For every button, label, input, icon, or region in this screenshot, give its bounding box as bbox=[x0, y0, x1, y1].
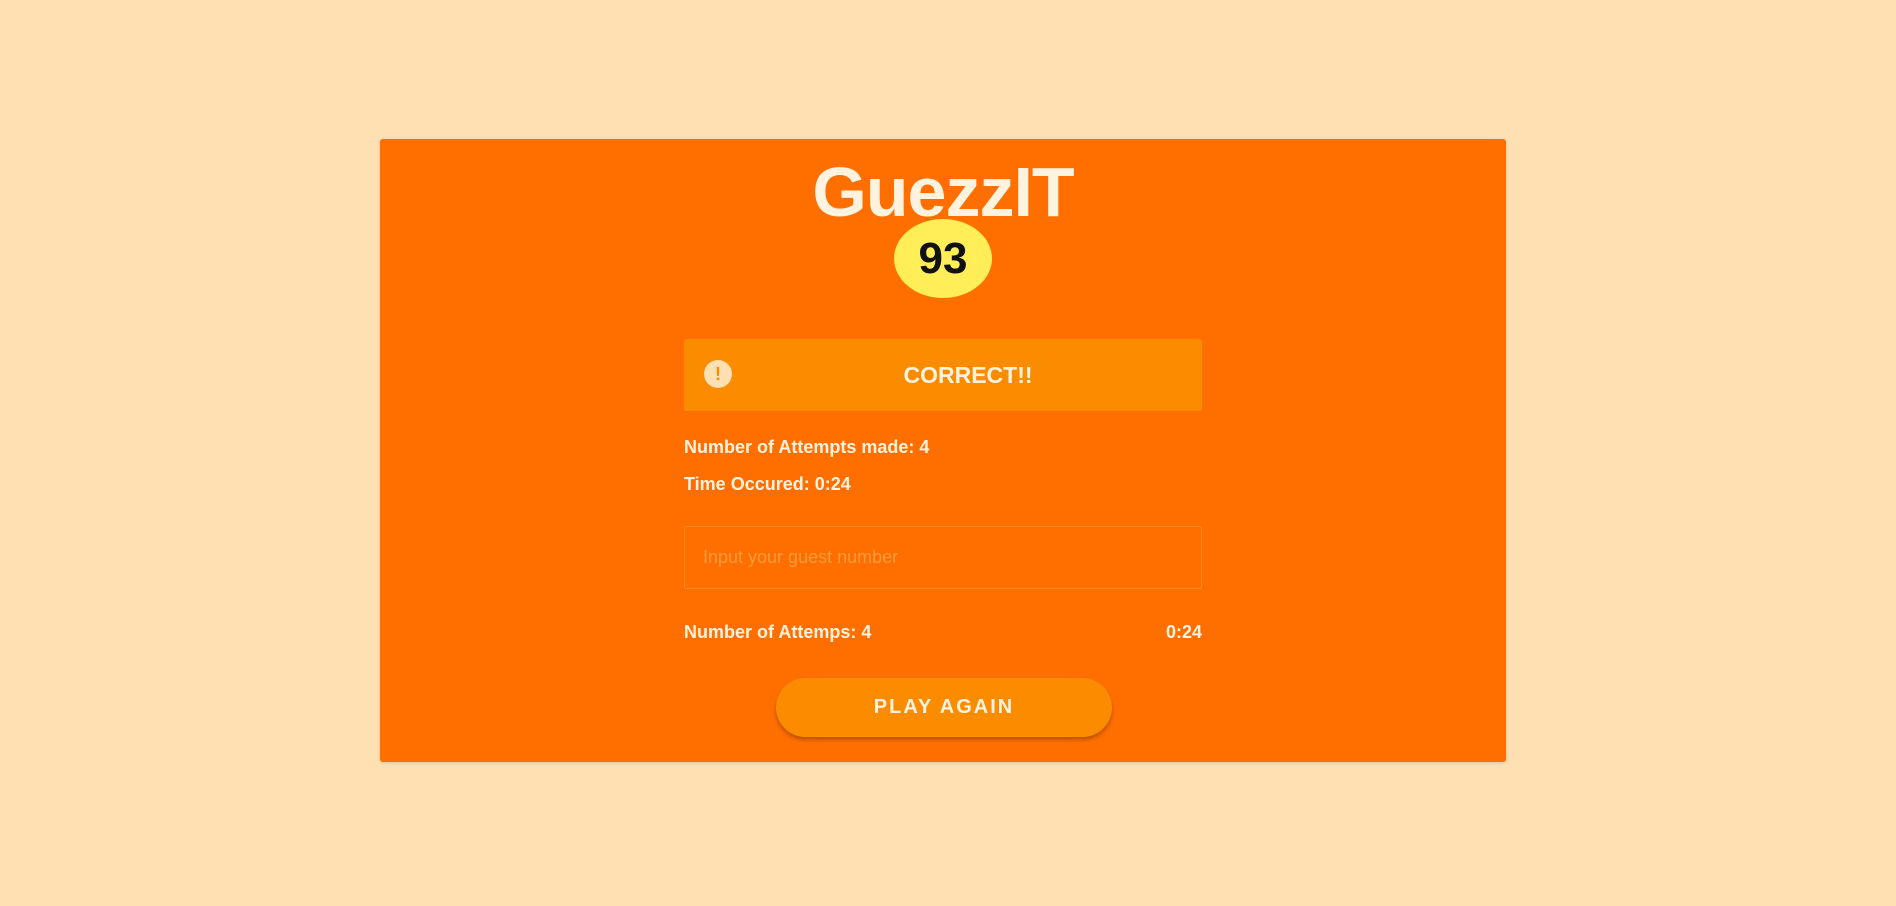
result-message: CORRECT!! bbox=[903, 361, 1033, 388]
status-row: Number of Attemps: 4 0:24 bbox=[684, 622, 1202, 643]
secret-number-badge: 93 bbox=[894, 219, 992, 298]
guess-number-input[interactable] bbox=[684, 526, 1202, 589]
time-occured-text: Time Occured: 0:24 bbox=[684, 474, 851, 494]
game-card: GuezzIT 93 ! CORRECT!! Number of Attempt… bbox=[380, 139, 1506, 762]
attempts-made-text: Number of Attempts made: 4 bbox=[684, 437, 930, 457]
play-again-button[interactable]: PLAY AGAIN bbox=[776, 678, 1112, 737]
result-alert: ! CORRECT!! bbox=[684, 339, 1202, 411]
attempts-count: Number of Attemps: 4 bbox=[684, 622, 872, 642]
timer: 0:24 bbox=[1165, 622, 1202, 642]
exclamation-icon: ! bbox=[704, 360, 732, 388]
